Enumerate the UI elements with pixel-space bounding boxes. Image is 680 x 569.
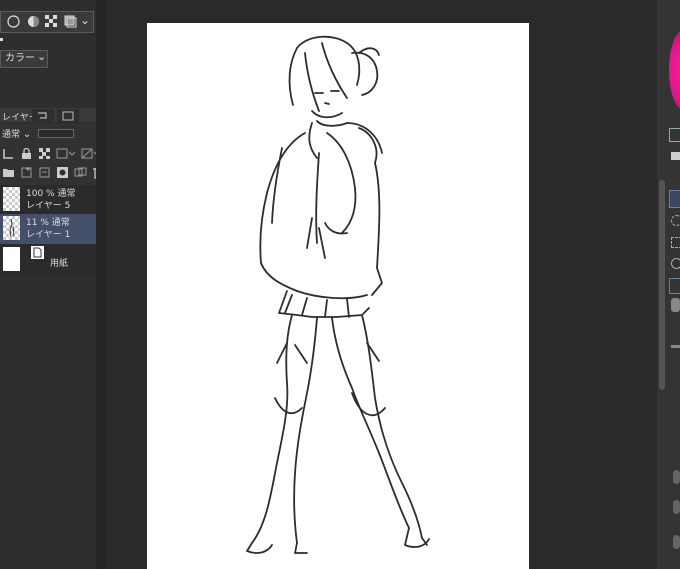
paper-icon: [31, 246, 44, 259]
sketch-figure: [246, 35, 430, 554]
drawing-canvas[interactable]: [147, 23, 529, 569]
chevron-down-icon: ⌄: [22, 129, 32, 140]
layer-thumbnail: [3, 216, 20, 240]
new-vector-layer-icon[interactable]: [20, 166, 33, 179]
layer-icon-row-2: [2, 166, 110, 179]
handle-icon[interactable]: [671, 345, 680, 348]
ellipse-tool-icon[interactable]: [671, 258, 680, 269]
color-mode-select[interactable]: カラー ⌄: [0, 50, 48, 68]
checker-lock-icon[interactable]: [38, 147, 51, 160]
circle-icon[interactable]: [7, 15, 20, 28]
mask-icon[interactable]: [56, 166, 69, 179]
selection-tool-icon[interactable]: [671, 237, 680, 248]
layer-thumbnail: [3, 247, 20, 271]
tool-icon[interactable]: [671, 152, 680, 160]
chevron-down-icon[interactable]: ⌄: [80, 13, 90, 27]
knob-icon[interactable]: [673, 500, 680, 514]
opacity-slider[interactable]: [38, 129, 74, 138]
chevron-down-icon: ⌄: [37, 50, 47, 63]
checker-icon[interactable]: [45, 15, 58, 28]
color-swatch[interactable]: [669, 128, 680, 142]
left-panel: ⌄ カラー ⌄ レイヤー 通常 ⌄ 100 % 通常 レイヤー 5 11 % 通…: [0, 0, 107, 569]
color-wheel[interactable]: [669, 30, 680, 110]
lock-icon[interactable]: [20, 147, 33, 160]
layer-opacity-blend: 100 % 通常: [26, 189, 76, 199]
layer-name: 用紙: [50, 259, 69, 269]
dot: [0, 38, 3, 41]
half-circle-icon[interactable]: [27, 15, 40, 28]
tool-option-bar: ⌄: [0, 11, 94, 33]
tab-navigator[interactable]: [57, 109, 79, 122]
layer-stack-icon[interactable]: [64, 15, 77, 28]
color-mode-label: カラー: [5, 53, 35, 64]
layer-name: レイヤー 1: [26, 230, 71, 240]
layer-item-5[interactable]: 100 % 通常 レイヤー 5: [0, 185, 96, 215]
folder-icon[interactable]: [2, 166, 15, 179]
reference-icon[interactable]: [56, 147, 76, 160]
canvas-vertical-scrollbar[interactable]: [659, 180, 665, 390]
brush-tool-icon[interactable]: [669, 278, 680, 294]
clip-icon[interactable]: [2, 147, 15, 160]
layer-thumbnail: [3, 187, 20, 211]
lasso-tool-icon[interactable]: [671, 215, 680, 226]
transfer-icon[interactable]: [74, 166, 87, 179]
blend-mode-select[interactable]: 通常 ⌄: [2, 127, 31, 140]
layer-item-paper[interactable]: 用紙: [0, 244, 96, 274]
knob-icon[interactable]: [673, 535, 680, 549]
pen-tool-icon[interactable]: [669, 190, 680, 208]
layer-name: レイヤー 5: [26, 201, 71, 211]
new-raster-layer-icon[interactable]: [38, 166, 51, 179]
layer-icon-row-1: [2, 147, 106, 160]
knob-icon[interactable]: [673, 470, 680, 484]
left-panel-scrollbar[interactable]: [96, 0, 107, 569]
layer-item-1[interactable]: 11 % 通常 レイヤー 1: [0, 214, 96, 244]
blend-mode-label: 通常: [2, 130, 21, 140]
tab-history[interactable]: [32, 109, 54, 122]
layer-opacity-blend: 11 % 通常: [26, 218, 70, 228]
brush-size-icon[interactable]: [671, 298, 680, 312]
